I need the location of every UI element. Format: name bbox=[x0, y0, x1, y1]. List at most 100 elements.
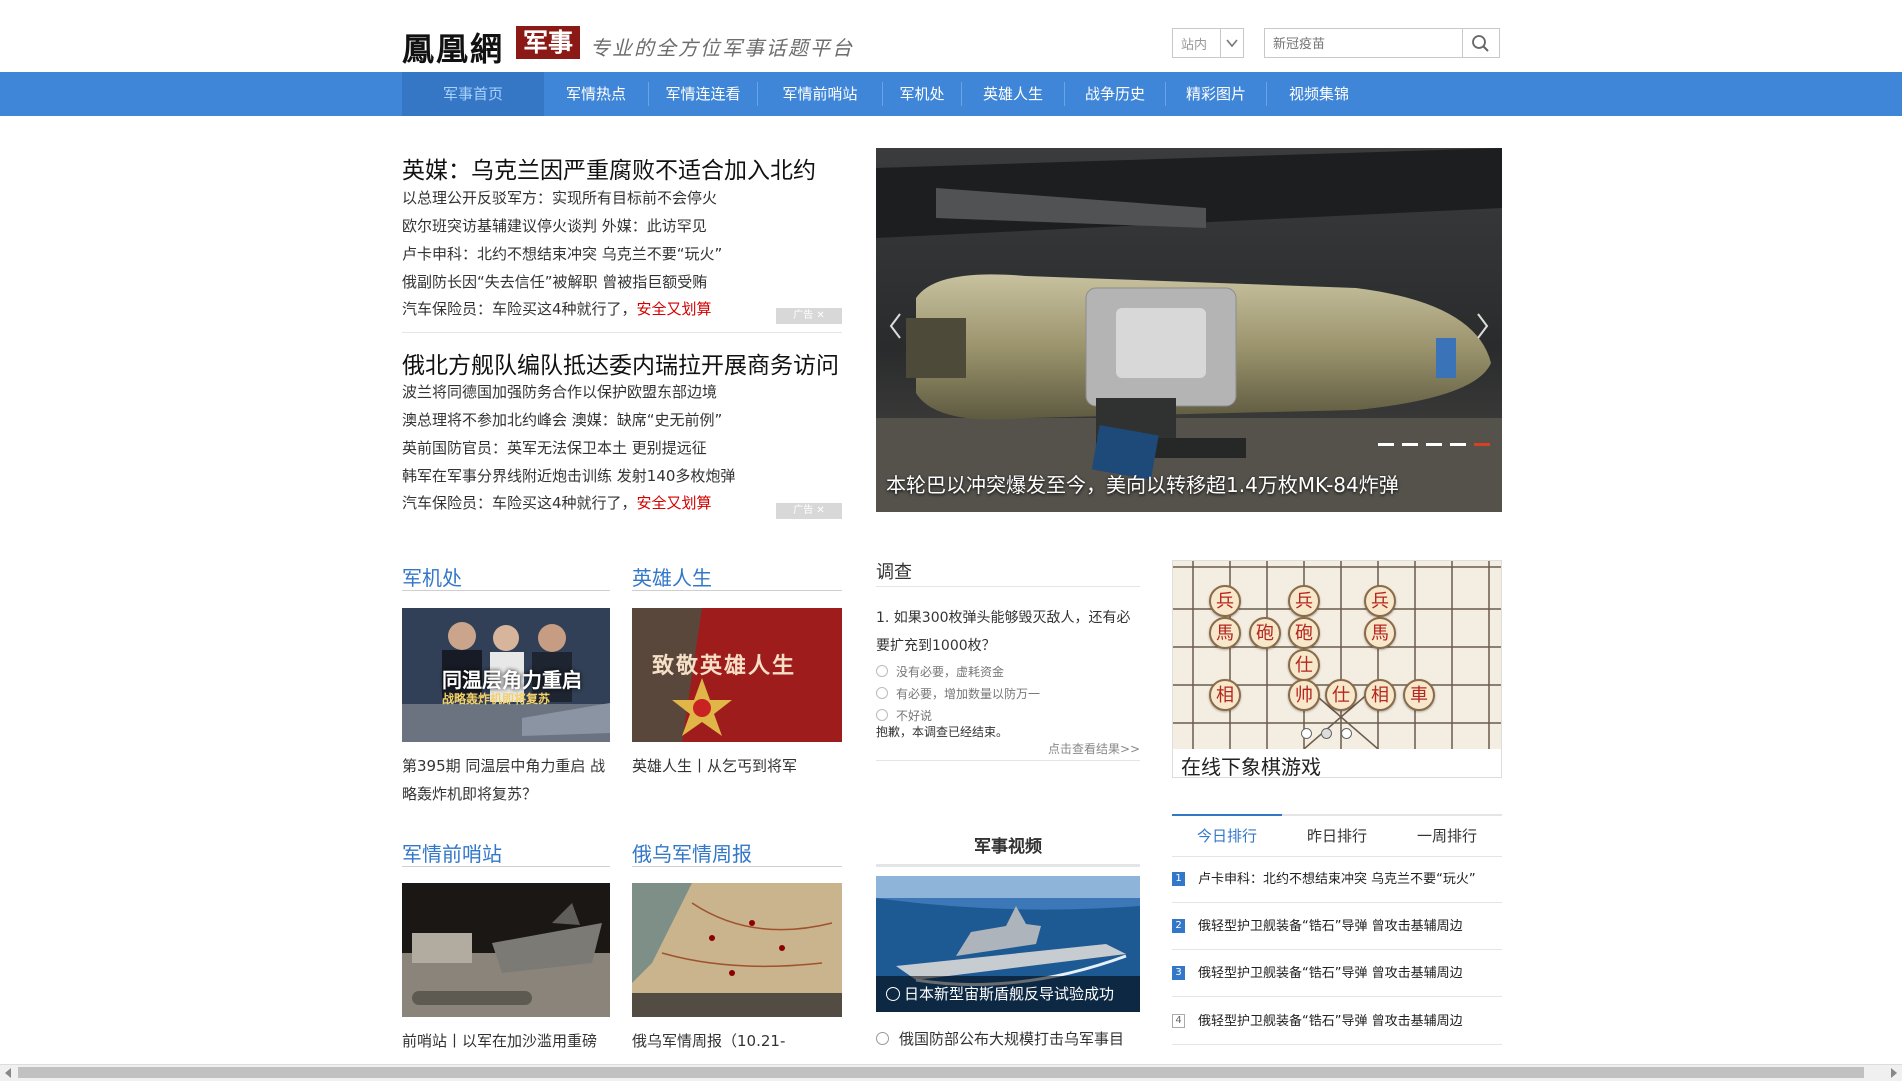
nav-item-hot[interactable]: 军情热点 bbox=[544, 72, 648, 116]
chevron-down-icon[interactable] bbox=[1220, 29, 1243, 57]
headline-link[interactable]: 俄副防长因“失去信任”被解职 曾被指巨额受贿 bbox=[402, 271, 707, 292]
rank-number: 4 bbox=[1172, 1014, 1185, 1028]
ranking-item[interactable]: 4 俄轻型护卫舰装备“锆石”导弹 曾攻击基辅周边 bbox=[1172, 998, 1502, 1045]
divider bbox=[402, 332, 842, 333]
headline-link[interactable]: 韩军在军事分界线附近炮击训练 发射140多枚炮弹 bbox=[402, 465, 735, 486]
section-title-yingxiong[interactable]: 英雄人生 bbox=[632, 562, 712, 591]
chess-piece: 相 bbox=[1364, 679, 1396, 711]
carousel-prev-button[interactable] bbox=[886, 308, 906, 344]
ewu-caption[interactable]: 俄乌军情周报（10.21- bbox=[632, 1027, 842, 1055]
yingxiong-caption[interactable]: 英雄人生丨从乞丐到将军 bbox=[632, 752, 842, 780]
carousel-image bbox=[876, 148, 1502, 512]
search-scope-select[interactable]: 站内 bbox=[1172, 28, 1244, 58]
junjichu-caption[interactable]: 第395期 同温层中角力重启 战略轰炸机即将复苏？ bbox=[402, 752, 610, 808]
rank-text[interactable]: 俄轻型护卫舰装备“锆石”导弹 曾攻击基辅周边 bbox=[1198, 1010, 1463, 1029]
headline-link[interactable]: 英前国防官员：英军无法保卫本土 更别提远征 bbox=[402, 437, 707, 458]
poll-closed-note: 抱歉，本调查已经结束。 bbox=[876, 725, 1009, 739]
rank-text[interactable]: 卢卡申科：北约不想结束冲突 乌克兰不要“玩火” bbox=[1198, 868, 1476, 887]
horizontal-scrollbar[interactable] bbox=[0, 1064, 1902, 1081]
video-section-title[interactable]: 军事视频 bbox=[876, 832, 1140, 857]
radio-button[interactable] bbox=[876, 709, 888, 721]
search-input[interactable] bbox=[1265, 29, 1461, 57]
video-caption: 日本新型宙斯盾舰反导试验成功 bbox=[904, 985, 1115, 1003]
carousel-dot-active[interactable] bbox=[1474, 443, 1490, 446]
thumb-overlay-text: 致敬英雄人生 bbox=[652, 653, 797, 679]
thumb-ewu[interactable] bbox=[632, 883, 842, 1017]
divider bbox=[876, 760, 1140, 761]
carousel-dot[interactable] bbox=[1341, 728, 1353, 739]
headline-link[interactable]: 澳总理将不参加北约峰会 澳媒：缺席“史无前例” bbox=[402, 409, 722, 430]
headline-title[interactable]: 俄北方舰队编队抵达委内瑞拉开展商务访问 bbox=[402, 346, 839, 380]
section-title-qianshao[interactable]: 军情前哨站 bbox=[402, 838, 502, 867]
carousel-dot[interactable] bbox=[1301, 728, 1312, 739]
radio-button[interactable] bbox=[876, 665, 888, 677]
carousel-next-button[interactable] bbox=[1472, 308, 1492, 344]
rank-text[interactable]: 俄轻型护卫舰装备“锆石”导弹 曾攻击基辅周边 bbox=[1198, 915, 1463, 934]
ranking-item[interactable]: 3 俄轻型护卫舰装备“锆石”导弹 曾攻击基辅周边 bbox=[1172, 950, 1502, 997]
radio-button[interactable] bbox=[876, 687, 888, 699]
nav-item-history[interactable]: 战争历史 bbox=[1065, 72, 1165, 116]
hero-carousel[interactable]: 本轮巴以冲突爆发至今，美向以转移超1.4万枚MK-84炸弹 bbox=[876, 148, 1502, 512]
headline-link[interactable]: 以总理公开反驳军方：实现所有目标前不会停火 bbox=[402, 187, 717, 208]
headline-link[interactable]: 欧尔班突访基辅建议停火谈判 外媒：此访罕见 bbox=[402, 215, 707, 236]
military-channel-logo[interactable]: 军事 bbox=[516, 26, 580, 59]
poll-option[interactable]: 有必要，增加数量以防万一 bbox=[876, 685, 1040, 702]
chess-game-ad[interactable]: 兵兵兵馬砲砲馬仕相帅仕相車 在线下象棋游戏 bbox=[1172, 560, 1502, 780]
rank-number: 3 bbox=[1172, 966, 1185, 980]
carousel-dot[interactable] bbox=[1378, 443, 1394, 446]
ifeng-logo[interactable]: 鳳凰網 bbox=[402, 24, 504, 70]
headline-link[interactable]: 波兰将同德国加强防务合作以保护欧盟东部边境 bbox=[402, 381, 717, 402]
video-rule bbox=[876, 864, 1140, 867]
thumb-overlay-subtext: 战略轰炸机即将复苏 bbox=[442, 692, 551, 706]
site-header: 鳳凰網 军事 专业的全方位军事话题平台 站内 bbox=[0, 0, 1902, 72]
thumb-qianshao[interactable] bbox=[402, 883, 610, 1017]
qianshao-caption[interactable]: 前哨站丨以军在加沙滥用重磅 bbox=[402, 1027, 610, 1055]
carousel-dot[interactable] bbox=[1321, 728, 1333, 739]
chess-piece: 兵 bbox=[1364, 585, 1396, 617]
tab-week[interactable]: 一周排行 bbox=[1392, 816, 1502, 856]
nav-item-qianshao[interactable]: 军情前哨站 bbox=[758, 72, 882, 116]
video-thumb[interactable]: 日本新型宙斯盾舰反导试验成功 bbox=[876, 876, 1140, 1012]
game-title[interactable]: 在线下象棋游戏 bbox=[1181, 751, 1321, 780]
scroll-right-arrow-icon[interactable] bbox=[1891, 1068, 1897, 1078]
nav-item-videos[interactable]: 视频集锦 bbox=[1267, 72, 1371, 116]
poll-results-link[interactable]: 点击查看结果>> bbox=[1048, 740, 1140, 757]
poll-option-label: 不好说 bbox=[896, 709, 933, 723]
nav-item-lianliankan[interactable]: 军情连连看 bbox=[649, 72, 757, 116]
rank-text[interactable]: 俄轻型护卫舰装备“锆石”导弹 曾攻击基辅周边 bbox=[1198, 962, 1463, 981]
thumb-yingxiong[interactable]: 致敬英雄人生 bbox=[632, 608, 842, 742]
headline-title[interactable]: 英媒：乌克兰因严重腐败不适合加入北约 bbox=[402, 151, 816, 185]
chevron-left-icon bbox=[889, 313, 901, 339]
nav-item-junjichu[interactable]: 军机处 bbox=[883, 72, 961, 116]
scrollbar-thumb[interactable] bbox=[18, 1067, 1864, 1078]
nav-item-pictures[interactable]: 精彩图片 bbox=[1166, 72, 1266, 116]
video-link[interactable]: 俄国防部公布大规模打击乌军事目 bbox=[876, 1028, 1124, 1049]
ad-label: 广告 bbox=[793, 505, 814, 516]
nav-item-yingxiong[interactable]: 英雄人生 bbox=[962, 72, 1064, 116]
chess-piece: 仕 bbox=[1288, 649, 1320, 681]
tab-today[interactable]: 今日排行 bbox=[1172, 814, 1282, 856]
poll-option[interactable]: 没有必要，虚耗资金 bbox=[876, 663, 1004, 680]
carousel-dot[interactable] bbox=[1402, 443, 1418, 446]
search-button[interactable] bbox=[1462, 29, 1499, 57]
ad-link[interactable]: 汽车保险员：车险买这4种就行了，安全又划算 bbox=[402, 492, 712, 513]
nav-item-home[interactable]: 军事首页 bbox=[402, 72, 544, 116]
thumb-junjichu[interactable]: 同温层角力重启 战略轰炸机即将复苏 bbox=[402, 608, 610, 742]
game-carousel-dots bbox=[1301, 724, 1353, 743]
tab-yesterday[interactable]: 昨日排行 bbox=[1282, 816, 1392, 856]
rank-number: 2 bbox=[1172, 919, 1185, 933]
headline-link[interactable]: 卢卡申科：北约不想结束冲突 乌克兰不要“玩火” bbox=[402, 243, 722, 264]
main-nav: 军事首页 军情热点 军情连连看 军情前哨站 军机处 英雄人生 战争历史 精彩图片… bbox=[0, 72, 1902, 116]
section-title-ewu[interactable]: 俄乌军情周报 bbox=[632, 838, 752, 867]
scroll-left-arrow-icon[interactable] bbox=[5, 1068, 11, 1078]
poll-option[interactable]: 不好说 bbox=[876, 707, 932, 724]
carousel-dot[interactable] bbox=[1450, 443, 1466, 446]
carousel-dot[interactable] bbox=[1426, 443, 1442, 446]
carousel-caption[interactable]: 本轮巴以冲突爆发至今，美向以转移超1.4万枚MK-84炸弹 bbox=[886, 469, 1399, 498]
section-title-junjichu[interactable]: 军机处 bbox=[402, 562, 462, 591]
ad-link[interactable]: 汽车保险员：车险买这4种就行了，安全又划算 bbox=[402, 298, 712, 319]
ranking-item[interactable]: 2 俄轻型护卫舰装备“锆石”导弹 曾攻击基辅周边 bbox=[1172, 903, 1502, 950]
ranking-item[interactable]: 1 卢卡申科：北约不想结束冲突 乌克兰不要“玩火” bbox=[1172, 856, 1502, 903]
chess-board-image: 兵兵兵馬砲砲馬仕相帅仕相車 bbox=[1173, 561, 1501, 749]
chess-piece: 馬 bbox=[1364, 617, 1396, 649]
